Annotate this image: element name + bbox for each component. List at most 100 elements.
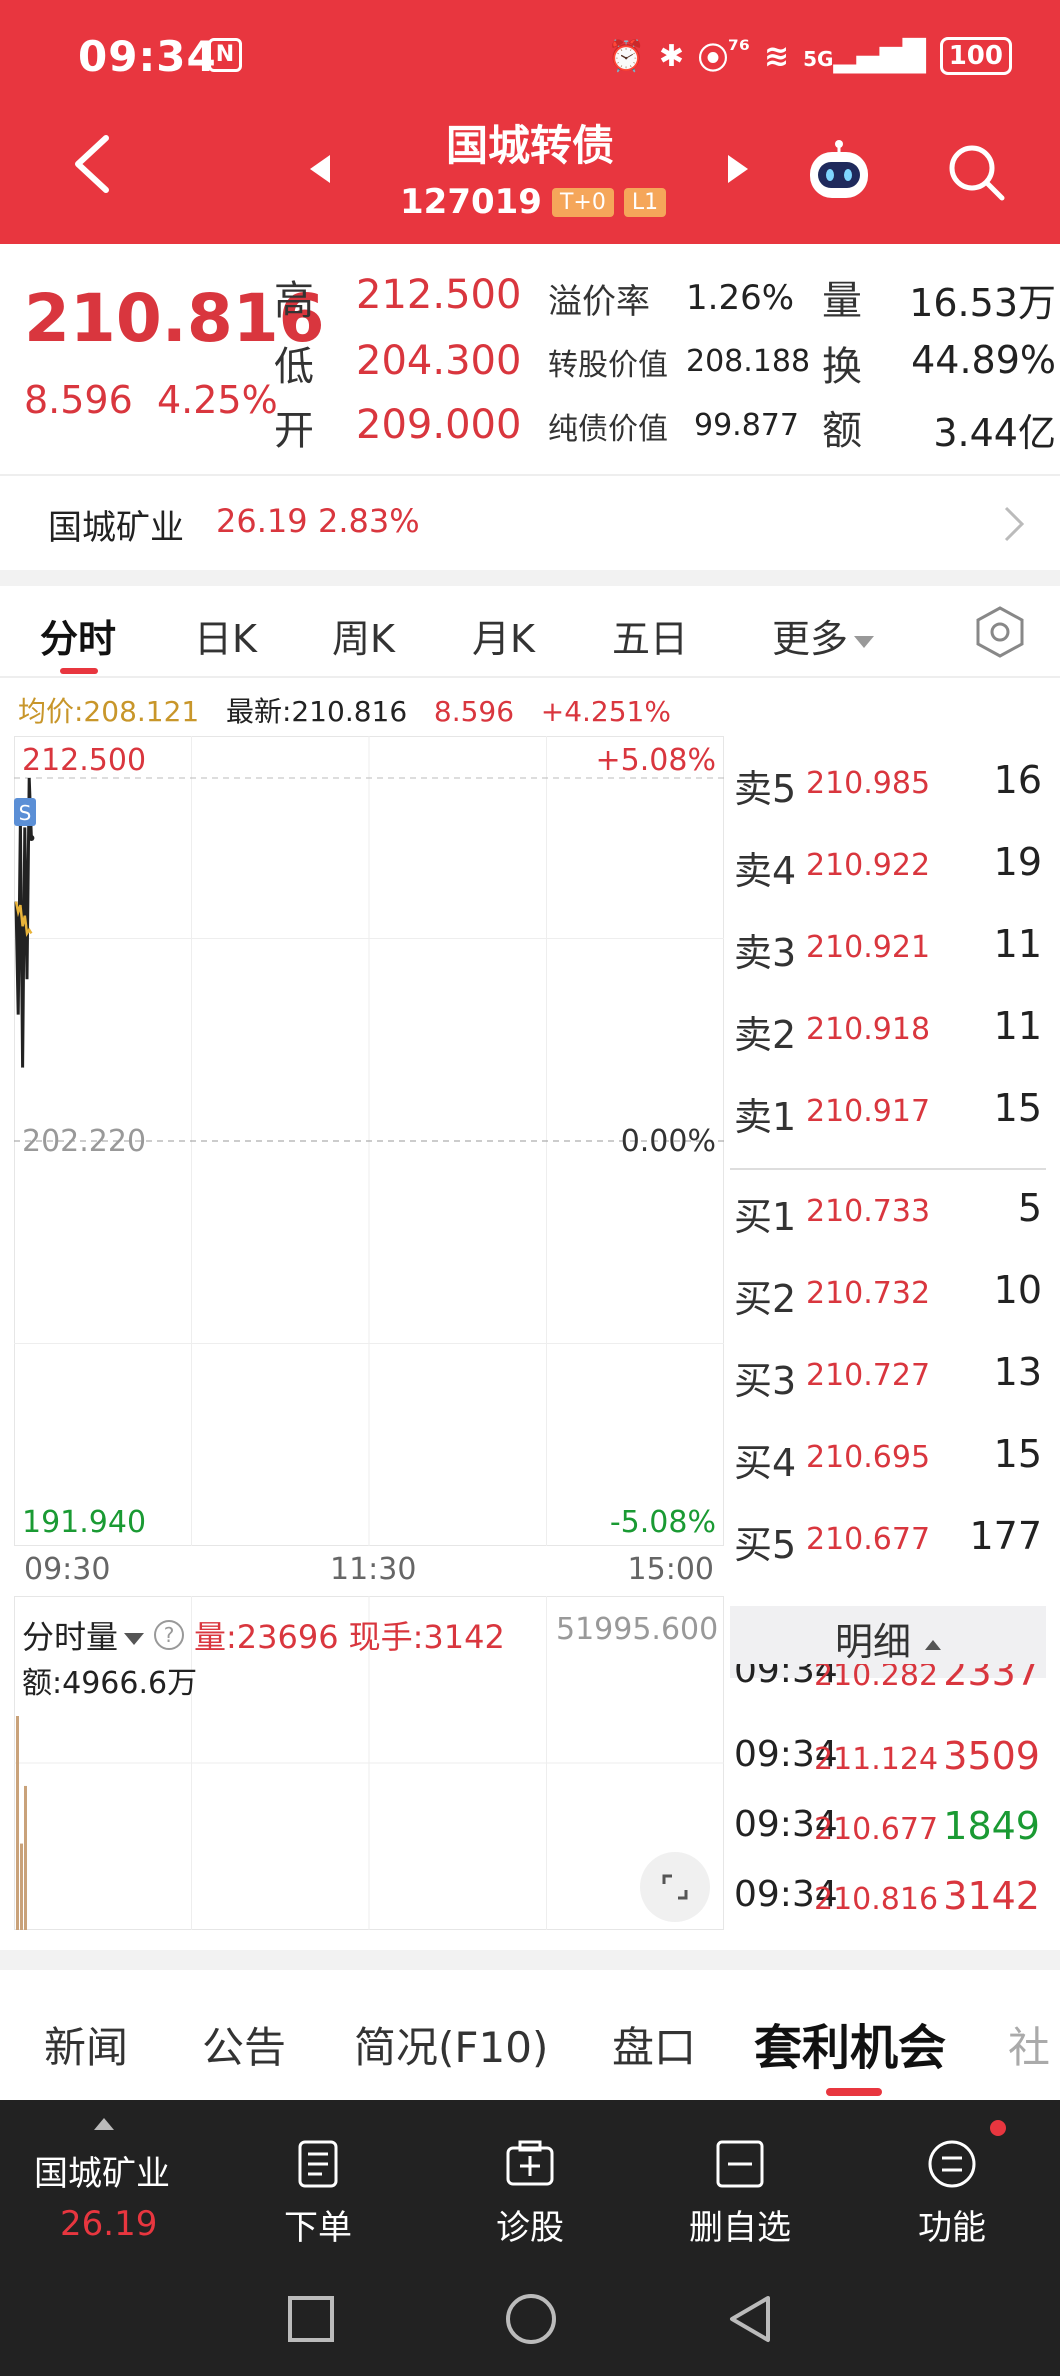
- search-icon[interactable]: [944, 140, 1008, 204]
- underlying-name: 国城矿业: [48, 508, 184, 548]
- tag-t0: T+0: [551, 187, 614, 217]
- system-nav-bar: [0, 2270, 1060, 2376]
- ask-row[interactable]: 卖1 210.917 15: [730, 1078, 1046, 1148]
- ob-level-label: 买3: [734, 1359, 797, 1403]
- next-bond-icon[interactable]: [728, 155, 748, 183]
- order-button[interactable]: 下单: [218, 2120, 418, 2249]
- home-icon[interactable]: [504, 2292, 558, 2346]
- remove-watchlist-icon: [716, 2140, 764, 2188]
- last-price-dot: [28, 835, 35, 842]
- tab-monthly-k[interactable]: 月K: [472, 608, 535, 663]
- ob-level-label: 卖5: [734, 767, 797, 811]
- bottom-stock-quick[interactable]: 国城矿业 26.19: [0, 2100, 210, 2270]
- y-tick-right: -5.08%: [610, 1505, 716, 1540]
- robot-assistant-icon[interactable]: [804, 140, 874, 202]
- caret-up-icon: [925, 1639, 941, 1650]
- bid-row[interactable]: 买2 210.732 10: [730, 1260, 1046, 1330]
- battery-icon: 100: [939, 37, 1012, 75]
- ob-price: 210.733: [806, 1194, 931, 1229]
- x-tick-1130: 11:30: [330, 1552, 417, 1587]
- bid-row[interactable]: 买1 210.733 5: [730, 1178, 1046, 1248]
- tab-arbitrage[interactable]: 套利机会: [754, 2008, 946, 2078]
- bond-name: 国城转债: [445, 121, 614, 170]
- wifi-icon: ≋: [763, 38, 790, 74]
- chart-tabs: 分时 日K 周K 月K 五日 更多: [0, 586, 1060, 676]
- detail-volume: 1849: [943, 1804, 1040, 1848]
- ob-volume: 10: [993, 1268, 1042, 1312]
- tab-intraday[interactable]: 分时: [40, 608, 116, 663]
- remove-watchlist-button[interactable]: 删自选: [640, 2120, 840, 2249]
- functions-button[interactable]: 功能: [852, 2120, 1052, 2249]
- prev-bond-icon[interactable]: [310, 155, 330, 183]
- latest-price: 最新:210.816: [225, 695, 408, 728]
- diagnose-button[interactable]: 诊股: [430, 2120, 630, 2249]
- y-tick-left: 191.940: [22, 1505, 146, 1540]
- ob-level-label: 买2: [734, 1277, 797, 1321]
- tab-more[interactable]: 更多: [772, 608, 875, 663]
- ob-level-label: 买4: [734, 1441, 797, 1485]
- functions-label: 功能: [918, 2208, 986, 2248]
- underlying-stock-row[interactable]: 国城矿业 26.19 2.83%: [0, 474, 1060, 570]
- high-label: 高: [274, 278, 314, 324]
- caret-up-icon: [94, 2118, 114, 2130]
- bond-code-row: 127019 T+0 L1: [400, 182, 667, 222]
- underlying-price: 26.19: [216, 502, 308, 540]
- intraday-chart[interactable]: S 212.500 202.220 191.940 +5.08% 0.00% -5.08%: [14, 736, 724, 1546]
- detail-row: 09:34 210.282 2337: [730, 1664, 1046, 1700]
- bond-value-label: 纯债价值: [548, 412, 668, 447]
- bid-row[interactable]: 买4 210.695 15: [730, 1424, 1046, 1494]
- hotspot-icon: ⦿⁷⁶: [698, 35, 750, 77]
- ask-row[interactable]: 卖5 210.985 16: [730, 750, 1046, 820]
- tab-announcements[interactable]: 公告: [202, 2014, 286, 2075]
- tab-order-book[interactable]: 盘口: [612, 2014, 696, 2075]
- chart-series: S: [14, 777, 36, 1068]
- ob-price: 210.677: [806, 1522, 931, 1557]
- open-label: 开: [274, 408, 314, 454]
- order-label: 下单: [284, 2208, 352, 2248]
- cell-signal-icon: 5G▂▄▆█: [803, 38, 926, 74]
- avg-line-info: 均价:208.121 最新:210.816 8.596 +4.251%: [18, 690, 671, 730]
- tab-five-day[interactable]: 五日: [612, 608, 688, 663]
- tab-weekly-k[interactable]: 周K: [332, 608, 395, 663]
- help-icon[interactable]: ?: [154, 1620, 185, 1650]
- back-nav-icon[interactable]: [724, 2294, 774, 2344]
- ask-row[interactable]: 卖4 210.922 19: [730, 832, 1046, 902]
- expand-chart-button[interactable]: [640, 1852, 710, 1922]
- tab-profile-f10[interactable]: 简况(F10): [354, 2014, 548, 2075]
- ob-level-label: 买5: [734, 1523, 797, 1567]
- detail-volume: 3142: [943, 1874, 1040, 1918]
- ask-row[interactable]: 卖2 210.918 11: [730, 996, 1046, 1066]
- price-change: 8.596 4.25%: [24, 378, 278, 422]
- section-gap: [0, 1950, 1060, 1970]
- divider: [0, 676, 1060, 678]
- ask-row[interactable]: 卖3 210.921 11: [730, 914, 1046, 984]
- conv-value: 208.188: [686, 344, 811, 379]
- bid-row[interactable]: 买5 210.677 177: [730, 1506, 1046, 1576]
- tab-daily-k[interactable]: 日K: [194, 608, 257, 663]
- volume-amount: 额:4966.6万: [22, 1666, 198, 1701]
- signal-marker-label: S: [19, 801, 32, 825]
- status-icons: ⏰ ✱ ⦿⁷⁶ ≋ 5G▂▄▆█ 100: [608, 34, 1012, 78]
- settings-hexagon-icon[interactable]: [972, 604, 1028, 660]
- tab-news[interactable]: 新闻: [44, 2014, 128, 2075]
- low-value: 204.300: [356, 338, 522, 384]
- y-tick-left: 202.220: [22, 1124, 146, 1159]
- tag-l1: L1: [623, 187, 667, 217]
- tab-community[interactable]: 社: [1008, 2014, 1050, 2075]
- status-time: 09:34: [78, 32, 217, 81]
- recent-apps-icon[interactable]: [286, 2294, 336, 2344]
- back-arrow-icon[interactable]: [70, 134, 114, 194]
- volume-indicator-select[interactable]: 分时量: [22, 1612, 145, 1658]
- detail-row: 09:34 211.124 3509: [730, 1724, 1046, 1788]
- ob-volume: 5: [1017, 1186, 1042, 1230]
- ob-level-label: 买1: [734, 1195, 797, 1239]
- expand-icon: [662, 1874, 688, 1900]
- ob-level-label: 卖4: [734, 849, 797, 893]
- turnover-value: 44.89%: [911, 338, 1056, 382]
- volume-bar: [24, 1785, 27, 1930]
- details-title: 明细: [834, 1620, 911, 1664]
- bid-row[interactable]: 买3 210.727 13: [730, 1342, 1046, 1412]
- ob-volume: 15: [993, 1432, 1042, 1476]
- volume-text: 量:23696: [194, 1618, 339, 1656]
- bond-value: 99.877: [694, 408, 799, 443]
